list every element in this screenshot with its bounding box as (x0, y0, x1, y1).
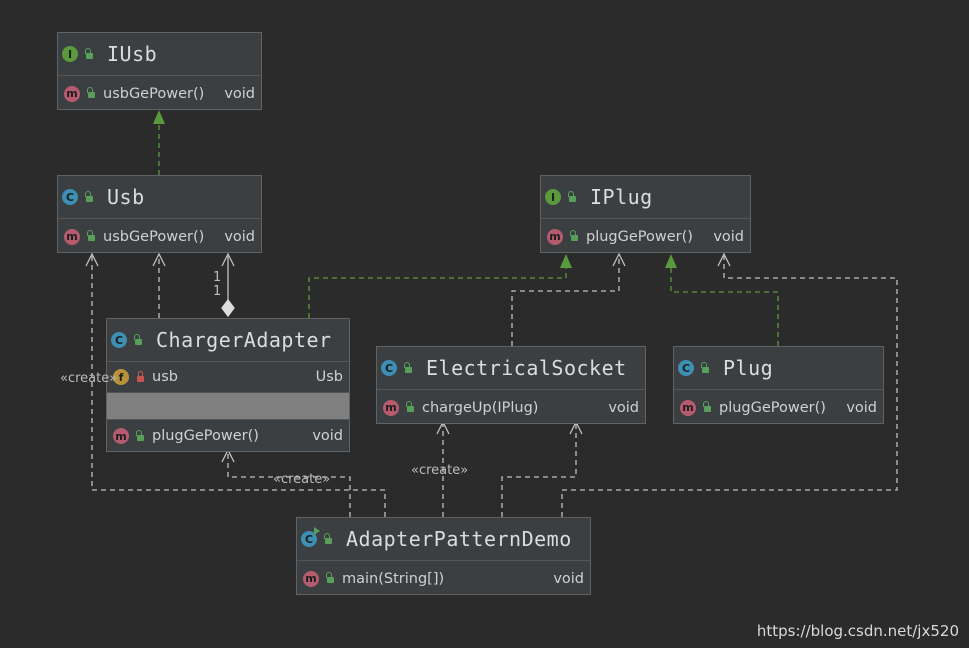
method-name: usbGePower() (103, 85, 205, 102)
multiplicity-label: 1 (213, 284, 222, 299)
method-icon: m (547, 228, 563, 245)
method-row[interactable]: m chargeUp(IPlug) void (377, 390, 645, 425)
method-icon: m (303, 570, 319, 587)
edge-plug-implements-iplug (670, 258, 779, 346)
unlocked-icon (135, 429, 146, 442)
class-icon: C (111, 332, 127, 348)
method-row[interactable]: m usbGePower() void (58, 76, 261, 111)
class-icon: C (678, 360, 694, 376)
method-type: void (553, 570, 584, 587)
node-title: IPlug (590, 185, 653, 209)
method-icon: m (64, 228, 80, 245)
node-title: ChargerAdapter (156, 328, 332, 352)
edge-adapter-implements-iplug (308, 258, 567, 318)
method-name: plugGePower() (152, 428, 259, 444)
node-iusb[interactable]: I IUsb m usbGePower() void (57, 32, 262, 110)
unlocked-icon (86, 230, 97, 242)
edge-label-create: «create» (60, 371, 118, 386)
edge-label-create: «create» (411, 463, 469, 478)
method-name: chargeUp(IPlug) (422, 399, 539, 416)
method-row[interactable]: m usbGePower() void (58, 219, 261, 254)
node-electrical-socket[interactable]: C ElectricalSocket m chargeUp(IPlug) voi… (376, 346, 646, 424)
field-row[interactable]: f usb Usb (107, 362, 349, 392)
method-row[interactable]: m main(String[]) void (297, 561, 590, 596)
unlocked-icon (700, 361, 711, 374)
method-type: void (312, 428, 343, 444)
empty-section (107, 392, 349, 420)
unlocked-icon (133, 333, 144, 346)
method-icon: m (383, 399, 399, 416)
method-type: void (224, 85, 255, 102)
unlocked-icon (323, 532, 334, 545)
node-usb[interactable]: C Usb m usbGePower() void (57, 175, 262, 253)
aggregation-diamond (221, 298, 235, 318)
node-header: C Usb (58, 176, 261, 219)
edge-socket-uses-iplug (511, 256, 620, 346)
node-title: Usb (107, 185, 145, 209)
node-title: IUsb (107, 42, 158, 66)
method-row[interactable]: m plugGePower() void (541, 219, 750, 254)
unlocked-icon (84, 190, 95, 203)
node-title: AdapterPatternDemo (346, 527, 572, 551)
node-header: C Plug (674, 347, 883, 390)
method-row[interactable]: m plugGePower() void (674, 390, 883, 425)
class-icon: C (301, 527, 320, 547)
node-header: I IUsb (58, 33, 261, 76)
method-type: void (608, 399, 639, 416)
node-plug[interactable]: C Plug m plugGePower() void (673, 346, 884, 424)
method-row[interactable]: m plugGePower() void (107, 420, 349, 452)
method-type: void (224, 228, 255, 245)
unlocked-icon (569, 230, 580, 242)
method-name: usbGePower() (103, 228, 205, 245)
class-icon: C (62, 189, 78, 205)
node-adapter-pattern-demo[interactable]: C AdapterPatternDemo m main(String[]) vo… (296, 517, 591, 595)
node-iplug[interactable]: I IPlug m plugGePower() void (540, 175, 751, 253)
edge-demo-uses-socket (501, 424, 577, 517)
field-type: Usb (315, 369, 343, 385)
method-type: void (713, 228, 744, 245)
class-icon: C (381, 360, 397, 376)
locked-icon (135, 370, 146, 383)
method-icon: m (680, 399, 696, 416)
method-name: main(String[]) (342, 570, 445, 587)
unlocked-icon (84, 47, 95, 60)
watermark: https://blog.csdn.net/jx520 (756, 622, 959, 640)
node-header: C ChargerAdapter (107, 319, 349, 362)
arrowhead-iplug-right (665, 254, 677, 268)
method-name: plugGePower() (719, 399, 826, 416)
interface-icon: I (62, 46, 78, 62)
method-icon: m (64, 85, 80, 102)
unlocked-icon (405, 401, 416, 413)
unlocked-icon (702, 401, 713, 413)
node-header: I IPlug (541, 176, 750, 219)
field-name: usb (152, 369, 178, 385)
method-name: plugGePower() (586, 228, 693, 245)
arrowhead-iplug-left (560, 254, 572, 268)
node-title: Plug (723, 356, 774, 380)
interface-icon: I (545, 189, 561, 205)
run-icon (314, 527, 320, 535)
node-header: C ElectricalSocket (377, 347, 645, 390)
unlocked-icon (403, 361, 414, 374)
multiplicity-label: 1 (213, 270, 222, 285)
edge-label-create: «create» (273, 472, 331, 487)
unlocked-icon (567, 190, 578, 203)
unlocked-icon (325, 572, 336, 584)
arrowhead-iusb (153, 110, 165, 124)
method-icon: m (113, 428, 129, 444)
method-type: void (846, 399, 877, 416)
node-header: C AdapterPatternDemo (297, 518, 590, 561)
node-title: ElectricalSocket (426, 356, 627, 380)
unlocked-icon (86, 87, 97, 99)
node-charger-adapter[interactable]: C ChargerAdapter f usb Usb m plugGePower… (106, 318, 350, 452)
